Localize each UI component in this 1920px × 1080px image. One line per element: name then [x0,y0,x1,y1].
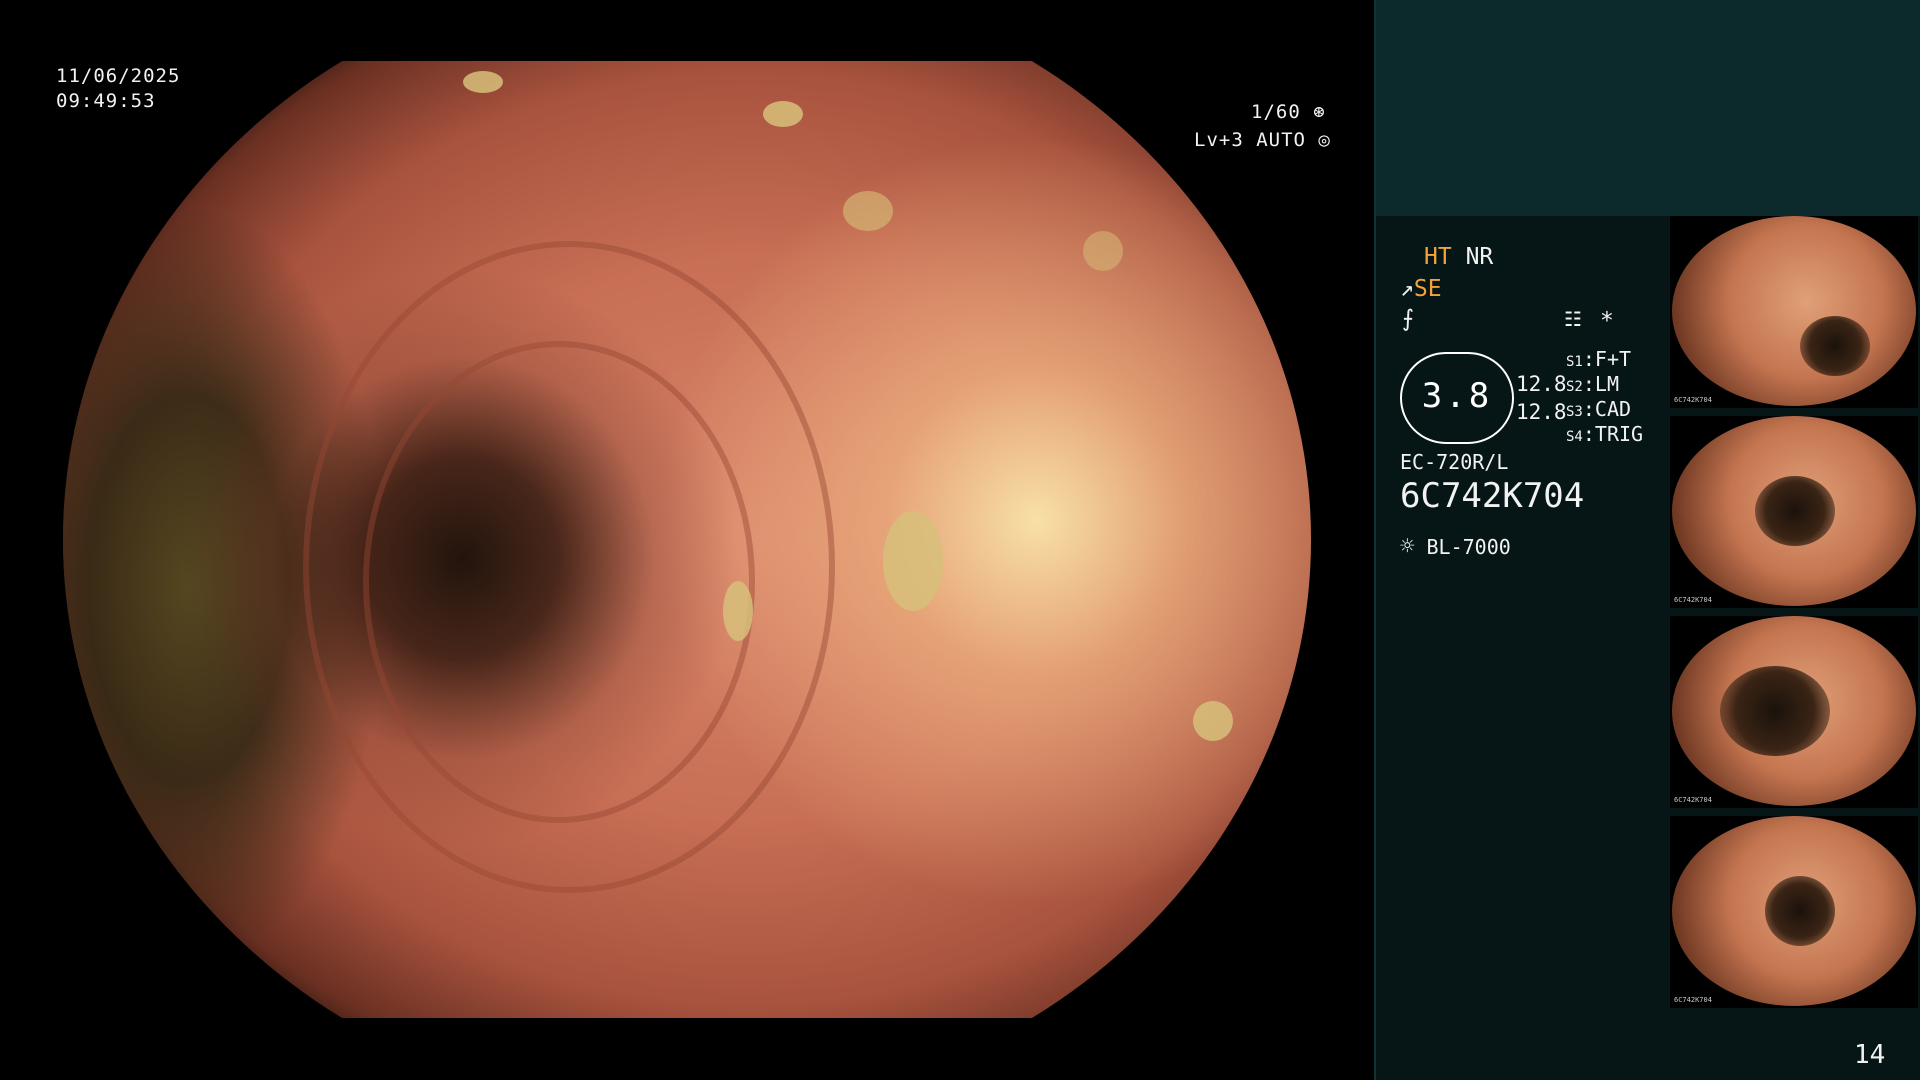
settings-list-icon: ☷ [1564,307,1582,331]
thumbnail-13[interactable]: 6C742K704 [1670,216,1918,408]
auto-iris-icon: ◎ [1318,129,1331,151]
debris [763,101,803,127]
thumbnail-lumen [1800,316,1870,376]
scope-serial: 6C742K704 [1400,476,1585,516]
thumbnail-image [1672,216,1916,406]
thumbnail-10[interactable]: 6C742K704 [1670,816,1918,1008]
mode-key: S4 [1566,429,1583,445]
thumbnail-lumen [1765,876,1835,946]
debris [723,581,753,641]
mode-s3: S3:CAD [1566,397,1632,421]
thumbnail-serial: 6C742K704 [1674,396,1712,404]
mode-s2: S2:LM [1566,372,1619,396]
scope-model: EC-720R/L [1400,450,1509,474]
debris [1083,231,1123,271]
thumbnail-serial: 6C742K704 [1674,596,1712,604]
nr-label: NR [1465,244,1494,270]
thumbnail-11[interactable]: 6C742K704 [1670,616,1918,808]
date-label: 11/06/2025 [56,65,181,87]
debris [463,71,503,93]
endoscope-view [63,61,1311,1018]
mode-label: F+T [1594,347,1632,371]
shutter-icon: ⊛ [1313,101,1326,123]
mode-label: TRIG [1594,422,1644,446]
ht-nr-line: HT NR [1424,242,1493,272]
value-2: 12.8 [1516,400,1567,424]
mucosal-fold [363,341,755,823]
level-value: Lv+3 AUTO [1194,129,1306,151]
thumbnail-lumen [1720,666,1830,756]
mode-s1: S1:F+T [1566,347,1632,371]
mode-label: LM [1594,372,1619,396]
zoom-gauge: 3.8 [1400,352,1514,444]
thumbnail-serial: 6C742K704 [1674,796,1712,804]
mode-key: S1 [1566,354,1583,370]
thumbnail-12[interactable]: 6C742K704 [1670,416,1918,608]
se-line: ↗SE [1400,274,1442,304]
panel-header [1374,0,1920,216]
ht-label: HT [1424,244,1452,270]
debris [883,511,943,611]
light-source-line: ☼ BL-7000 [1400,531,1511,562]
mode-key: S3 [1566,404,1583,420]
asterisk-mark: * [1600,308,1614,334]
value-1: 12.8 [1516,372,1567,396]
gauge-value: 3.8 [1421,376,1493,416]
shutter-value: 1/60 [1251,101,1301,123]
light-source-label: BL-7000 [1426,535,1511,559]
light-icon: ☼ [1400,532,1415,560]
mode-s4: S4:TRIG [1566,422,1644,446]
thumbnail-lumen [1755,476,1835,546]
mode-label: CAD [1594,397,1632,421]
debris [1193,701,1233,741]
image-count: 14 [1854,1040,1886,1070]
shutter-readout: 1/60 ⊛ [1251,100,1326,124]
se-label: SE [1413,276,1442,302]
level-readout: Lv+3 AUTO ◎ [1194,128,1331,152]
freeze-icon: ⨍ [1402,306,1414,332]
mode-key: S2 [1566,379,1583,395]
scope-angle-icon: ↗ [1400,276,1414,302]
debris [843,191,893,231]
time-label: 09:49:53 [56,90,156,112]
thumbnail-serial: 6C742K704 [1674,996,1712,1004]
panel-divider [1374,0,1376,1080]
